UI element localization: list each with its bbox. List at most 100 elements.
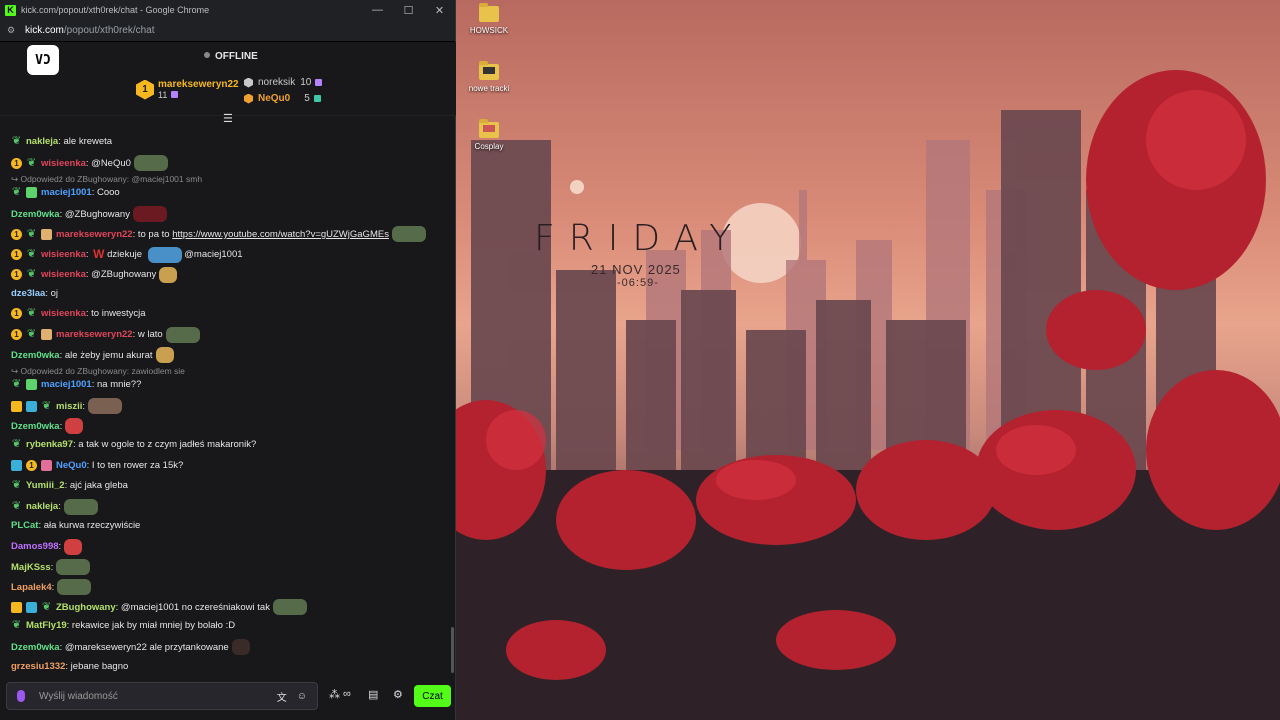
- leaf-badge-icon[interactable]: ❦: [26, 307, 37, 319]
- chat-username[interactable]: nakleja: [26, 500, 58, 513]
- leaf-badge-icon[interactable]: ❦: [11, 479, 22, 491]
- chat-link[interactable]: https://www.youtube.com/watch?v=gUZWjGaG…: [172, 228, 389, 241]
- crown-badge-icon[interactable]: [11, 400, 22, 412]
- chat-username[interactable]: grzesiu1332: [11, 660, 65, 673]
- chat-username[interactable]: MatFly19: [26, 619, 67, 632]
- emote-icon[interactable]: [65, 418, 84, 435]
- chat-username[interactable]: ZBughowany: [56, 601, 116, 614]
- link-icon[interactable]: ∞: [343, 688, 351, 700]
- emoji-icon[interactable]: ☺: [297, 691, 307, 702]
- store-icon[interactable]: ▤: [368, 688, 378, 701]
- top-gifter-3[interactable]: NeQu0 5: [244, 93, 321, 104]
- emote-icon[interactable]: [155, 347, 174, 363]
- message-input[interactable]: [39, 690, 277, 702]
- emote-icon[interactable]: [159, 266, 178, 283]
- emote-icon[interactable]: [165, 326, 200, 343]
- chat-username[interactable]: wisieenka: [41, 157, 86, 170]
- site-info-icon[interactable]: ⚙: [7, 25, 19, 36]
- leaf-badge-icon[interactable]: ❦: [11, 501, 22, 512]
- close-icon[interactable]: ✕: [424, 4, 455, 17]
- chat-username[interactable]: wisieenka: [41, 307, 86, 320]
- desktop-icon-nowe-tracki[interactable]: nowe tracki: [459, 61, 519, 93]
- reply-context[interactable]: ↪ Odpowiedź do ZBughowany: zawiodlem sie: [11, 366, 185, 377]
- gold-badge-icon[interactable]: 1: [11, 228, 22, 240]
- minimize-icon[interactable]: —: [362, 4, 393, 17]
- subpink-badge-icon[interactable]: [41, 459, 52, 471]
- emote-icon[interactable]: [147, 246, 182, 263]
- chat-username[interactable]: rybenka97: [26, 438, 73, 451]
- leaf-badge-icon[interactable]: ❦: [26, 157, 37, 169]
- gold-badge-icon[interactable]: 1: [11, 157, 22, 169]
- maximize-icon[interactable]: ☐: [393, 4, 424, 17]
- leaf-badge-icon[interactable]: ❦: [41, 601, 52, 613]
- leaf-badge-icon[interactable]: ❦: [11, 620, 22, 631]
- chat-username[interactable]: Dzem0wka: [11, 641, 60, 654]
- sub-badge-icon[interactable]: [26, 379, 37, 391]
- emote-icon[interactable]: [57, 579, 92, 596]
- share-icon[interactable]: ⁂: [329, 688, 340, 701]
- emote-icon[interactable]: [391, 226, 426, 243]
- leaf-badge-icon[interactable]: ❦: [11, 136, 22, 147]
- leaf-badge-icon[interactable]: ❦: [41, 400, 52, 412]
- emote-icon[interactable]: [272, 599, 307, 616]
- emote-icon[interactable]: [133, 155, 168, 172]
- vip-badge-icon[interactable]: [26, 601, 37, 613]
- chat-messages[interactable]: ❦ nakleja: ale kreweta 1 ❦ wisieenka: @NeQu0…: [0, 117, 456, 674]
- chat-username[interactable]: NeQu0: [56, 459, 87, 472]
- chat-username[interactable]: marekseweryn22: [56, 328, 133, 341]
- chat-username[interactable]: nakleja: [26, 135, 58, 148]
- chat-username[interactable]: Dzem0wka: [11, 208, 60, 221]
- leaf-badge-icon[interactable]: ❦: [26, 249, 37, 260]
- emote-icon[interactable]: [231, 639, 250, 656]
- chat-username[interactable]: miszii: [56, 400, 82, 413]
- chat-username[interactable]: PLCat: [11, 519, 38, 532]
- gold-badge-icon[interactable]: 1: [26, 459, 37, 471]
- leaf-badge-icon[interactable]: ❦: [26, 228, 37, 240]
- chat-username[interactable]: Yumiii_2: [26, 479, 65, 492]
- reply-context[interactable]: ↪ Odpowiedź do ZBughowany: @maciej1001 s…: [11, 174, 202, 185]
- microphone-icon[interactable]: [17, 690, 25, 702]
- address-bar[interactable]: ⚙ kick.com/popout/xth0rek/chat: [0, 20, 455, 42]
- leaf-badge-icon[interactable]: ❦: [26, 269, 37, 280]
- leaf-badge-icon[interactable]: ❦: [26, 329, 37, 340]
- leaf-badge-icon[interactable]: ❦: [11, 439, 22, 450]
- emote-icon[interactable]: [88, 398, 123, 415]
- chat-username[interactable]: maciej1001: [41, 378, 92, 391]
- vip-badge-icon[interactable]: [11, 459, 22, 471]
- title-bar[interactable]: K kick.com/popout/xth0rek/chat - Google …: [0, 0, 455, 20]
- leaf-badge-icon[interactable]: ❦: [11, 379, 22, 390]
- chat-username[interactable]: MajKSss: [11, 561, 51, 574]
- chat-username[interactable]: Damos998: [11, 540, 59, 553]
- chat-username[interactable]: marekseweryn22: [56, 228, 133, 241]
- chat-username[interactable]: Lapalek4: [11, 581, 52, 594]
- channel-logo[interactable]: VƆ: [27, 45, 59, 75]
- desktop-icon-howsick[interactable]: HOWSICK: [459, 3, 519, 35]
- chat-username[interactable]: Dzem0wka: [11, 420, 60, 433]
- subtan-badge-icon[interactable]: [41, 329, 52, 341]
- gold-badge-icon[interactable]: 1: [11, 249, 22, 260]
- gold-badge-icon[interactable]: 1: [11, 307, 22, 319]
- gold-badge-icon[interactable]: 1: [11, 329, 22, 341]
- send-chat-button[interactable]: Czat: [414, 685, 451, 707]
- chat-username[interactable]: wisieenka: [41, 248, 86, 261]
- emote-icon[interactable]: [63, 498, 98, 515]
- leaf-badge-icon[interactable]: ❦: [11, 187, 22, 198]
- emote-icon[interactable]: [132, 206, 167, 223]
- subtan-badge-icon[interactable]: [41, 228, 52, 240]
- crown-badge-icon[interactable]: [11, 601, 22, 613]
- settings-gear-icon[interactable]: ⚙: [393, 688, 403, 701]
- top-gifter-2[interactable]: noreksik 10: [244, 77, 323, 88]
- chat-username[interactable]: dze3laa: [11, 287, 45, 300]
- translate-icon[interactable]: 文: [277, 689, 287, 704]
- chat-username[interactable]: Dzem0wka: [11, 349, 60, 362]
- desktop-icon-cosplay[interactable]: Cosplay: [459, 119, 519, 151]
- gold-badge-icon[interactable]: 1: [11, 269, 22, 281]
- chat-username[interactable]: wisieenka: [41, 268, 86, 281]
- top-gifter-1[interactable]: 1 marekseweryn22 11: [136, 79, 239, 100]
- emote-icon[interactable]: [56, 559, 91, 575]
- chat-username[interactable]: maciej1001: [41, 186, 92, 199]
- scrollbar[interactable]: [451, 627, 454, 673]
- emote-icon[interactable]: [64, 538, 83, 555]
- sub-badge-icon[interactable]: [26, 187, 37, 199]
- vip-badge-icon[interactable]: [26, 400, 37, 412]
